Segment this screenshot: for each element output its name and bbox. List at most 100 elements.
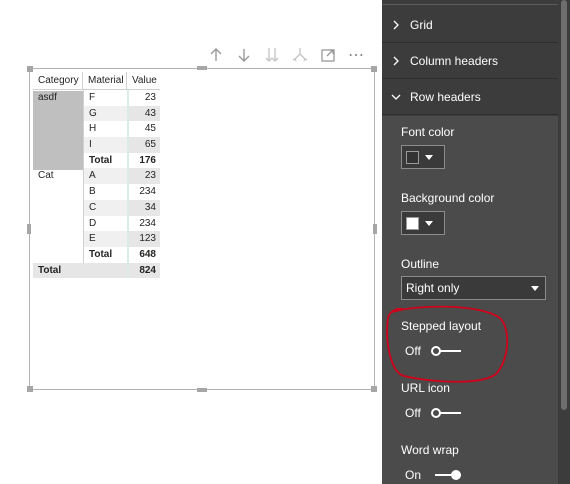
word-wrap-toggle[interactable]: On: [405, 468, 462, 482]
word-wrap-label: Word wrap: [401, 443, 459, 457]
value-cell[interactable]: 234: [127, 215, 160, 232]
toggle-state-label: On: [405, 468, 422, 482]
report-canvas: ⋯ Category Material Value asdf F 23 G 43…: [0, 0, 377, 484]
toggle-switch[interactable]: [430, 345, 461, 357]
subtotal-label: Total: [83, 246, 127, 263]
url-icon-toggle[interactable]: Off: [405, 406, 461, 420]
double-arrow-down-icon[interactable]: [258, 44, 286, 66]
resize-handle-top[interactable]: [197, 66, 207, 70]
resize-handle-bottom-left[interactable]: [27, 386, 33, 392]
resize-handle-bottom[interactable]: [197, 388, 207, 392]
subtotal-value[interactable]: 176: [127, 152, 160, 169]
arrow-up-icon[interactable]: [202, 44, 230, 66]
section-label: Column headers: [410, 53, 499, 68]
value-cell[interactable]: 43: [127, 105, 160, 122]
toggle-state-label: Off: [405, 406, 421, 420]
chevron-right-icon: [382, 56, 410, 66]
value-cell[interactable]: 234: [127, 184, 160, 200]
format-pane: Grid Column headers Row headers Font col…: [382, 0, 570, 484]
chevron-down-icon: [382, 92, 410, 102]
table-row: B 234: [33, 184, 160, 200]
color-swatch: [406, 150, 419, 164]
value-cell[interactable]: 123: [127, 231, 160, 247]
table-row: asdf F 23: [33, 90, 160, 106]
empty-cell: [33, 106, 83, 122]
row-header-material[interactable]: C: [83, 199, 127, 216]
resize-handle-right[interactable]: [373, 224, 377, 234]
table-row: C 34: [33, 199, 160, 216]
header-category[interactable]: Category: [33, 72, 83, 89]
header-row: Category Material Value: [33, 72, 160, 90]
row-headers-options: [382, 116, 558, 484]
header-value[interactable]: Value: [127, 72, 160, 89]
value-cell[interactable]: 23: [127, 168, 160, 185]
caret-down-icon: [425, 154, 433, 160]
row-header-material[interactable]: I: [83, 137, 127, 153]
resize-handle-top-right[interactable]: [371, 66, 377, 72]
table-row: E 123: [33, 231, 160, 247]
resize-handle-left[interactable]: [27, 224, 31, 234]
scrollbar-thumb[interactable]: [561, 0, 567, 410]
value-cell[interactable]: 65: [127, 137, 160, 153]
arrow-down-icon[interactable]: [230, 44, 258, 66]
chevron-right-icon: [382, 20, 410, 30]
toggle-switch[interactable]: [431, 469, 462, 481]
subtotal-label: Total: [83, 152, 127, 169]
row-header-material[interactable]: G: [83, 105, 127, 122]
stepped-layout-label: Stepped layout: [401, 319, 482, 333]
empty-cell: [33, 231, 83, 247]
toggle-state-label: Off: [405, 344, 421, 358]
toggle-switch[interactable]: [430, 407, 461, 419]
outline-selected-value: Right only: [406, 281, 460, 295]
focus-mode-icon[interactable]: [314, 44, 342, 66]
section-label: Grid: [410, 17, 433, 32]
empty-cell: [33, 121, 83, 137]
stepped-layout-toggle[interactable]: Off: [405, 344, 461, 358]
subtotal-row: Total 176: [33, 152, 160, 169]
expand-hierarchy-icon[interactable]: [286, 44, 314, 66]
section-grid[interactable]: Grid: [382, 7, 558, 43]
row-header-category[interactable]: asdf: [33, 90, 83, 106]
value-cell[interactable]: 23: [127, 90, 160, 106]
more-options-icon[interactable]: ⋯: [342, 44, 370, 66]
outline-dropdown[interactable]: Right only: [401, 276, 546, 300]
visual-header-toolbar: ⋯: [202, 44, 370, 66]
table-row: G 43: [33, 105, 160, 122]
section-row-headers[interactable]: Row headers: [382, 79, 558, 115]
table-row: H 45: [33, 121, 160, 138]
header-material[interactable]: Material: [83, 72, 127, 89]
row-header-category[interactable]: Cat: [33, 168, 83, 184]
row-header-material[interactable]: A: [83, 168, 127, 185]
value-cell[interactable]: 45: [127, 121, 160, 138]
section-label: Row headers: [410, 89, 481, 104]
row-header-material[interactable]: D: [83, 215, 127, 232]
resize-handle-bottom-right[interactable]: [371, 386, 377, 392]
grand-total-label: Total: [33, 262, 83, 279]
url-icon-label: URL icon: [401, 381, 450, 395]
font-color-label: Font color: [401, 125, 455, 139]
subtotal-value[interactable]: 648: [127, 246, 160, 263]
background-color-label: Background color: [401, 191, 495, 205]
pane-scrollbar[interactable]: [558, 0, 570, 484]
grand-total-value[interactable]: 824: [127, 262, 160, 279]
outline-label: Outline: [401, 257, 440, 271]
section-column-headers[interactable]: Column headers: [382, 43, 558, 79]
empty-cell: [33, 137, 83, 153]
divider: [382, 4, 558, 5]
table-row: I 65: [33, 137, 160, 153]
empty-cell: [33, 153, 83, 169]
row-header-material[interactable]: E: [83, 231, 127, 247]
empty-cell: [33, 216, 83, 232]
row-header-material[interactable]: B: [83, 184, 127, 200]
empty-cell: [33, 184, 83, 200]
row-header-material[interactable]: F: [83, 90, 127, 106]
empty-cell: [33, 200, 83, 216]
background-color-picker[interactable]: [401, 211, 445, 235]
font-color-picker[interactable]: [401, 145, 445, 169]
value-cell[interactable]: 34: [127, 199, 160, 216]
caret-down-icon: [531, 285, 539, 291]
grand-total-row: Total 824: [33, 262, 160, 279]
row-header-material[interactable]: H: [83, 121, 127, 138]
table-row: D 234: [33, 215, 160, 232]
subtotal-row: Total 648: [33, 246, 160, 263]
